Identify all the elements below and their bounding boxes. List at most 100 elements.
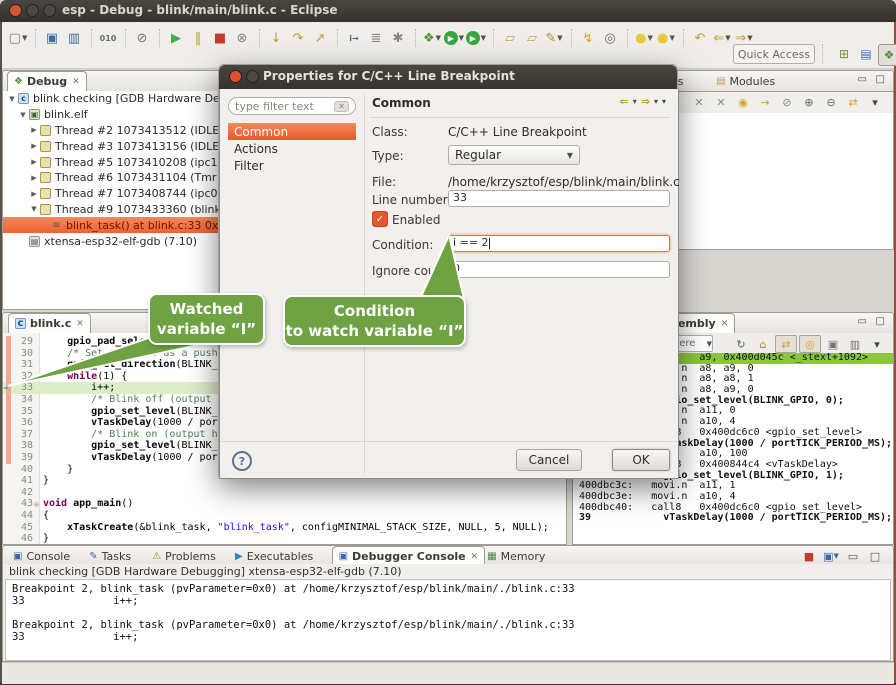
view-menu-icon[interactable]: ▾ — [867, 336, 887, 352]
expand-icon[interactable]: ▶ — [29, 158, 39, 166]
tab-memory[interactable]: ▦Memory — [481, 546, 551, 566]
window-minimize-icon[interactable] — [26, 4, 39, 17]
instruction-stepping-icon[interactable]: i→ — [344, 29, 364, 47]
enabled-checkbox[interactable]: ✓ — [372, 211, 388, 227]
condition-input[interactable]: i == 2 — [448, 235, 670, 252]
close-icon[interactable]: ✕ — [471, 552, 479, 562]
show-stepping-filters-icon[interactable]: ≣ — [366, 29, 386, 47]
expand-icon[interactable]: ▶ — [29, 126, 39, 134]
expand-all-icon[interactable]: ⊕ — [799, 94, 819, 110]
terminate-icon[interactable]: ■ — [210, 29, 230, 47]
tab-executables[interactable]: ▶Executables — [229, 546, 319, 566]
minimize-view-icon[interactable]: ▭ — [843, 548, 863, 564]
expand-icon[interactable]: ▼ — [18, 111, 28, 119]
terminate-console-icon[interactable]: ■ — [799, 548, 819, 564]
filter-input[interactable]: type filter text ✕ — [228, 97, 356, 115]
dialog-close-icon[interactable] — [229, 70, 242, 83]
resume-icon[interactable]: ▶ — [166, 29, 186, 47]
window-close-icon[interactable] — [9, 4, 22, 17]
suspend-icon[interactable]: ‖ — [188, 29, 208, 47]
back-icon[interactable]: ⇐ — [620, 95, 629, 108]
link-with-active-context-icon[interactable]: ⇄ — [775, 335, 797, 353]
editor-line[interactable]: 42 — [3, 487, 566, 499]
quick-access-button[interactable]: Quick Access — [733, 44, 815, 64]
remove-icon[interactable]: ✕ — [689, 94, 709, 110]
skip-breakpoints-icon[interactable]: ⊘ — [777, 94, 797, 110]
cpp-perspective-button[interactable]: ▤ — [856, 44, 876, 64]
tab-debug[interactable]: ❖ Debug ✕ — [7, 71, 87, 91]
link-with-view-icon[interactable]: ⇄ — [843, 94, 863, 110]
refresh-icon[interactable]: ↻ — [731, 336, 751, 352]
goto-breakpoint-icon[interactable]: → — [755, 94, 775, 110]
new-wizard-icon[interactable]: ▢▼ — [8, 29, 28, 47]
tab-console[interactable]: ▣Console — [7, 546, 76, 566]
close-icon[interactable]: ✕ — [72, 77, 80, 87]
skip-all-breakpoints-icon[interactable]: ⊘ — [132, 29, 152, 47]
expand-icon[interactable]: ▶ — [29, 174, 39, 182]
step-return-icon[interactable]: ↗ — [310, 29, 330, 47]
collapse-all-icon[interactable]: ⊖ — [821, 94, 841, 110]
tab-modules[interactable]: ▤Modules — [710, 71, 781, 91]
dialog-titlebar[interactable]: Properties for C/C++ Line Breakpoint — [219, 65, 677, 89]
breakpoint-marker-icon[interactable]: ⇒ — [3, 382, 13, 392]
debug-tree-item[interactable]: ▼Thread #9 1073433360 (blink_task : Runn… — [3, 202, 225, 218]
expand-icon[interactable]: ▼ — [29, 205, 39, 213]
binary-upload-icon[interactable]: 010 — [98, 29, 118, 47]
expand-icon[interactable]: ▼ — [7, 95, 17, 103]
back-icon[interactable]: ⇐▼ — [712, 29, 732, 47]
remove-all-icon[interactable]: ✕ — [711, 94, 731, 110]
close-icon[interactable]: ✕ — [721, 319, 729, 329]
new-disassembly-view-icon[interactable]: ▣ — [823, 336, 843, 352]
clear-filter-icon[interactable]: ✕ — [334, 101, 349, 112]
display-selected-console-icon[interactable]: ▣▼ — [821, 548, 841, 564]
maximize-icon[interactable]: □ — [876, 74, 885, 85]
forward-menu-icon[interactable]: ▾ — [654, 97, 658, 106]
type-dropdown[interactable]: Regular ▼ — [448, 145, 580, 165]
step-into-icon[interactable]: ↓ — [266, 29, 286, 47]
debug-tree-item[interactable]: ▶Thread #3 1073413156 (IDLE) (Suspended) — [3, 138, 225, 154]
tab-tasks[interactable]: ✎Tasks — [83, 546, 137, 566]
dialog-section-actions[interactable]: Actions — [228, 140, 356, 157]
view-menu-icon[interactable]: ▾ — [865, 94, 885, 110]
home-icon[interactable]: ⌂ — [753, 336, 773, 352]
back-menu-icon[interactable]: ▾ — [633, 97, 637, 106]
debug-tree-item[interactable]: ≡blink_task() at blink.c:33 0x400dbc2b — [3, 217, 225, 233]
editor-line[interactable]: 45 xTaskCreate(&blink_task, "blink_task"… — [3, 522, 566, 534]
cancel-button[interactable]: Cancel — [516, 449, 582, 471]
expand-icon[interactable]: ▶ — [29, 190, 39, 198]
minimize-icon[interactable]: ▭ — [858, 316, 867, 327]
view-menu-icon[interactable]: ▾ — [662, 97, 666, 106]
show-breakpoints-icon[interactable]: ◉ — [733, 94, 753, 110]
forward-icon[interactable]: ⇒ — [641, 95, 650, 108]
window-maximize-icon[interactable] — [43, 4, 56, 17]
tab-debugger-console[interactable]: ▣Debugger Console✕ — [332, 546, 486, 566]
tab-problems[interactable]: ⚠Problems — [146, 546, 222, 566]
close-icon[interactable]: ✕ — [76, 319, 84, 329]
disasm-line[interactable]: 39 vTaskDelay(1000 / portTICK_PERIOD_MS)… — [573, 513, 893, 524]
open-file-icon[interactable]: ▱ — [522, 29, 542, 47]
editor-line[interactable]: 43⊖void app_main() — [3, 498, 566, 510]
open-project-icon[interactable]: ▱ — [500, 29, 520, 47]
ok-button[interactable]: OK — [612, 449, 670, 471]
save-all-icon[interactable]: ▥ — [64, 29, 84, 47]
restart-icon[interactable]: ✱ — [388, 29, 408, 47]
debug-tree-item[interactable]: ▶Thread #5 1073410208 (ipc1) (Suspended) — [3, 154, 225, 170]
disconnect-icon[interactable]: ⊗ — [232, 29, 252, 47]
debug-tree-item[interactable]: ▶Thread #7 1073408744 (ipc0) (Suspended) — [3, 186, 225, 202]
debug-tree-item[interactable]: ▤xtensa-esp32-elf-gdb (7.10) — [3, 233, 225, 249]
step-over-icon[interactable]: ↷ — [288, 29, 308, 47]
track-expression-icon[interactable]: ◎ — [799, 335, 821, 353]
dialog-minimize-icon[interactable] — [246, 70, 259, 83]
window-titlebar[interactable]: esp - Debug - blink/main/blink.c - Eclip… — [0, 0, 896, 22]
help-icon[interactable]: ? — [232, 451, 252, 471]
dialog-section-filter[interactable]: Filter — [228, 157, 356, 174]
bulb-alt-icon[interactable]: ●▼ — [656, 29, 676, 47]
debug-tree-item[interactable]: ▶Thread #6 1073431104 (Tmr Svc) (Suspend… — [3, 170, 225, 186]
pin-view-icon[interactable]: ▥ — [845, 336, 865, 352]
last-edit-location-icon[interactable]: ↶ — [690, 29, 710, 47]
maximize-icon[interactable]: □ — [876, 316, 885, 327]
debug-tree-item[interactable]: ▼cblink checking [GDB Hardware Debugging… — [3, 91, 225, 107]
bulb-icon[interactable]: ●▼ — [634, 29, 654, 47]
tab-blink-c[interactable]: c blink.c ✕ — [8, 313, 91, 333]
console-output[interactable]: Breakpoint 2, blink_task (pvParameter=0x… — [5, 579, 891, 661]
